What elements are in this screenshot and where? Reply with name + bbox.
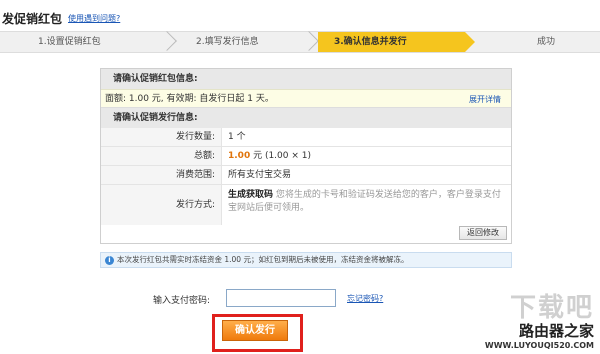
page-title: 发促销红包 [2,12,63,26]
step-separator-icon [157,31,177,51]
issue-heading: 请确认促销发行信息: [101,108,511,128]
total-value: 1.00 元 (1.00 × 1) [228,147,507,166]
amount-line: 面额: 1.00 元, 有效期: 自发行日起 1 天。 [105,94,274,104]
confirm-panel: 请确认促销红包信息: 面额: 1.00 元, 有效期: 自发行日起 1 天。 展… [100,68,512,244]
forgot-password-link[interactable]: 忘记密码? [347,293,383,304]
total-label: 总额: [101,147,222,165]
back-edit-button[interactable]: 返回修改 [459,226,507,240]
title-row: 发促销红包 使用遇到问题? [0,0,600,30]
watermark-url: WWW.LUYOUQI520.COM [484,341,594,350]
method-name: 生成获取码 [228,190,274,200]
quantity-label: 发行数量: [101,128,222,146]
step-3-active: 3.确认信息并发行 [318,32,465,52]
row-scope: 消费范围: 所有支付宝交易 [101,166,511,185]
expand-details-link[interactable]: 展开详情 [469,90,501,109]
method-value: 生成获取码 您将生成的卡号和验证码发送给您的客户，客户登录支付宝网站后便可领用。 [228,189,507,215]
quantity-value: 1 个 [228,132,246,142]
total-amount: 1.00 [228,151,251,161]
step-4: 成功 [537,37,556,47]
watermark: 下载吧 路由器之家 WWW.LUYOUQI520.COM [485,287,594,350]
freeze-notice: i 本次发行红包共需实时冻结资金 1.00 元；如红包到期后未被使用，冻结资金将… [100,252,512,268]
active-step-arrow-icon [465,32,475,52]
info-icon: i [105,256,114,265]
method-label: 发行方式: [101,185,222,225]
notice-text: 本次发行红包共需实时冻结资金 1.00 元；如红包到期后未被使用，冻结资金将被解… [117,255,409,264]
total-formula: 元 (1.00 × 1) [250,151,311,161]
confirm-issue-button[interactable]: 确认发行 [222,320,288,341]
step-separator-icon [299,31,319,51]
scope-label: 消费范围: [101,166,222,184]
row-total: 总额: 1.00 元 (1.00 × 1) [101,147,511,166]
step-1: 1.设置促销红包 [38,37,101,47]
password-label: 输入支付密码: [153,296,211,306]
step-2: 2.填写发行信息 [196,37,259,47]
redpacket-heading: 请确认促销红包信息: [101,69,511,89]
payment-password-input[interactable] [226,289,336,307]
row-method: 发行方式: 生成获取码 您将生成的卡号和验证码发送给您的客户，客户登录支付宝网站… [101,185,511,225]
help-link[interactable]: 使用遇到问题? [68,13,120,24]
watermark-logo-text: 下载吧 [509,293,594,323]
scope-value: 所有支付宝交易 [228,170,292,180]
row-quantity: 发行数量: 1 个 [101,128,511,147]
step-progress-bar: 1.设置促销红包 2.填写发行信息 3.确认信息并发行 成功 [0,31,600,53]
redpacket-summary: 面额: 1.00 元, 有效期: 自发行日起 1 天。 展开详情 [101,89,511,108]
